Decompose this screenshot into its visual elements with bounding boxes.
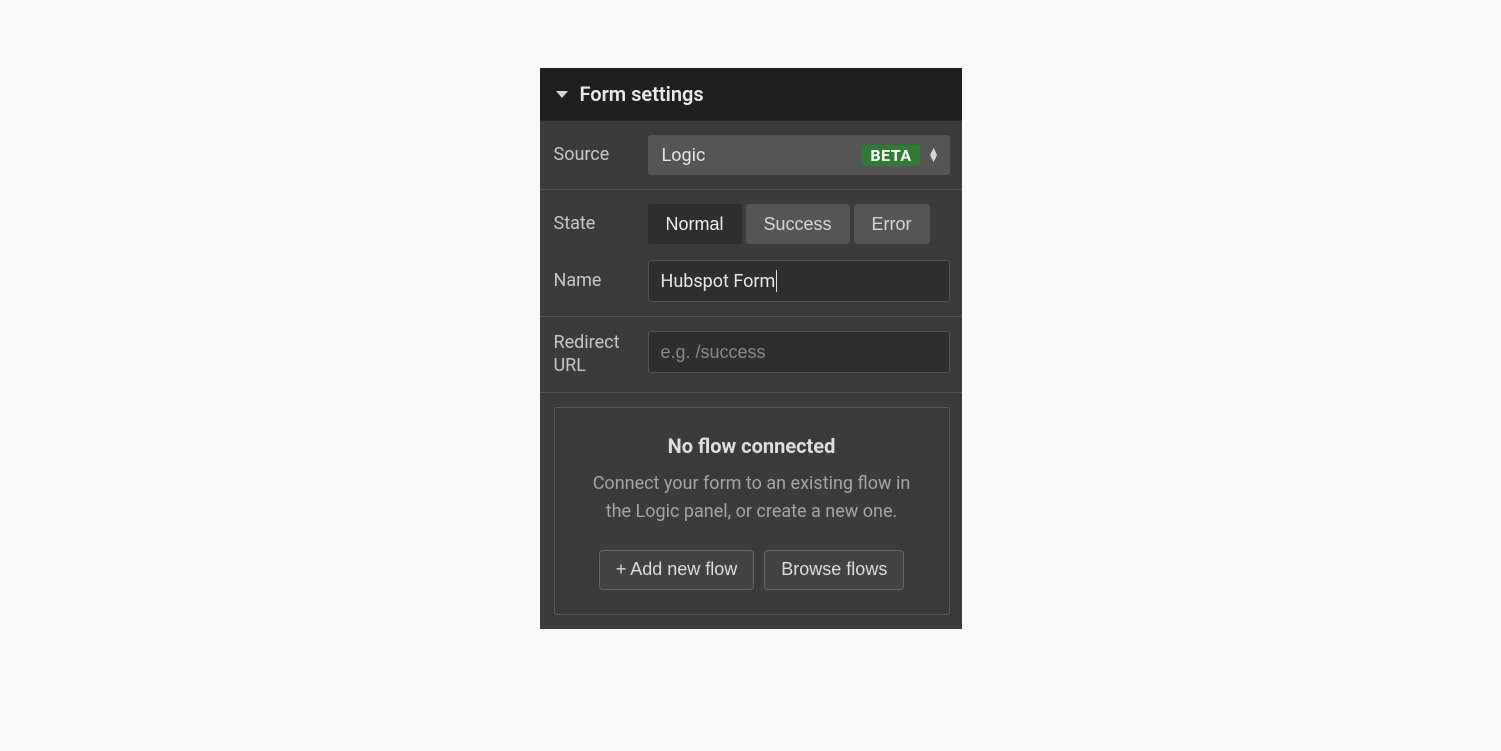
name-label: Name xyxy=(554,269,648,292)
state-option-normal[interactable]: Normal xyxy=(648,204,742,244)
state-label: State xyxy=(554,212,648,235)
state-option-success[interactable]: Success xyxy=(746,204,850,244)
flow-actions: + Add new flow Browse flows xyxy=(581,550,923,590)
source-value: Logic xyxy=(662,145,863,166)
form-settings-panel: Form settings Source Logic BETA ▲▼ State… xyxy=(540,68,962,629)
source-select[interactable]: Logic BETA ▲▼ xyxy=(648,135,950,175)
section-source: Source Logic BETA ▲▼ xyxy=(540,121,962,190)
flow-title: No flow connected xyxy=(581,434,923,458)
section-redirect: Redirect URL xyxy=(540,317,962,393)
updown-icon: ▲▼ xyxy=(928,148,940,161)
text-cursor-icon xyxy=(776,270,777,292)
state-option-error[interactable]: Error xyxy=(854,204,930,244)
beta-badge: BETA xyxy=(862,145,919,166)
redirect-label: Redirect URL xyxy=(554,331,648,378)
name-value: Hubspot Form xyxy=(661,271,776,292)
state-segmented-control: Normal Success Error xyxy=(648,204,950,244)
section-state-name: State Normal Success Error Name Hubspot … xyxy=(540,190,962,317)
name-input[interactable]: Hubspot Form xyxy=(648,260,950,302)
redirect-url-input[interactable] xyxy=(648,331,950,373)
browse-flows-button[interactable]: Browse flows xyxy=(764,550,904,590)
panel-header[interactable]: Form settings xyxy=(540,68,962,121)
flow-empty-state: No flow connected Connect your form to a… xyxy=(554,407,950,615)
panel-title: Form settings xyxy=(580,82,704,106)
add-new-flow-button[interactable]: + Add new flow xyxy=(599,550,755,590)
caret-down-icon xyxy=(556,91,568,98)
source-label: Source xyxy=(554,143,648,166)
flow-description: Connect your form to an existing flow in… xyxy=(581,470,923,526)
